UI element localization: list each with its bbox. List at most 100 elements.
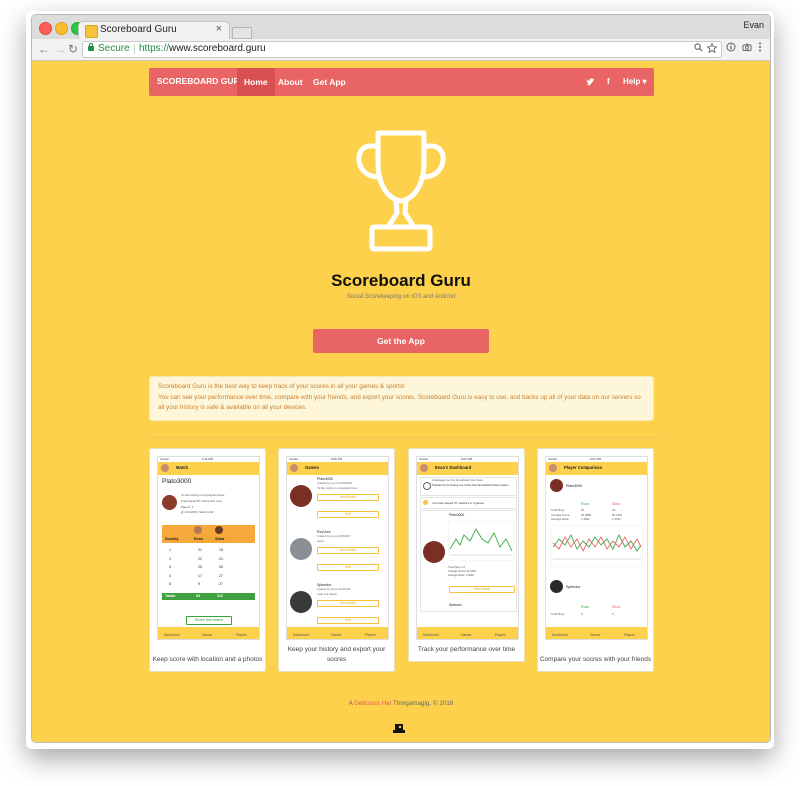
cmp-stat-cell: 23	[581, 508, 585, 512]
edit-game-button[interactable]: Edit	[317, 617, 379, 624]
tab-games: Games	[590, 633, 601, 637]
match-name: Plato3000	[162, 478, 192, 485]
feature-card-dashboard: Carrier 6:07 PM Evan's Dashboard A Messag…	[408, 448, 525, 662]
minimize-window-button[interactable]	[55, 22, 68, 35]
game-2-photo	[550, 580, 563, 593]
game-photo	[290, 591, 312, 613]
game-name: Splendor	[317, 583, 332, 587]
screen-avatar-icon	[420, 464, 428, 472]
screen-tabbar: Dashboard Games Players	[546, 627, 647, 639]
game-by: Created by you on 1/05/2017	[317, 535, 351, 538]
address-bar[interactable]: Secure https://www.scoreboard.guru	[82, 41, 722, 58]
forward-icon[interactable]: →	[54, 41, 66, 57]
status-carrier: Carrier	[548, 457, 558, 461]
nav-home-link[interactable]: Home	[237, 68, 275, 96]
stat-average-rank: Average Rank: 1.3692	[448, 574, 474, 577]
cmp-stat-cell: 1.3682	[581, 517, 590, 522]
score-cell: 22	[198, 556, 202, 561]
info-line-1: Scoreboard Guru is the best way to keep …	[158, 383, 405, 390]
new-match-button[interactable]: New Match	[317, 547, 379, 554]
game-name: Plato3000	[317, 477, 334, 481]
message-box: A Message from the Scoreboard Guru Team …	[420, 477, 517, 496]
feature-card-games: Carrier 6:06 PM Games Plato3000 Created by…	[278, 448, 395, 672]
game-photo	[290, 538, 312, 560]
edit-game-button[interactable]: Edit	[317, 511, 379, 518]
profile-name[interactable]: Evan	[743, 20, 764, 30]
card-caption: Keep your history and export your socres	[287, 646, 386, 663]
tab-players: Players	[624, 633, 635, 637]
favicon-icon	[85, 25, 98, 38]
score-cell: 9	[198, 582, 200, 586]
browser-window: Scoreboard Guru × Evan ← → ↻ Secure http…	[31, 14, 771, 743]
card-caption: Compare your socres with your friends	[539, 656, 652, 663]
status-time: 6:11 PM	[202, 457, 213, 461]
tab-dashboard: Dashboard	[293, 633, 309, 637]
game-desc: Color and beauty	[317, 593, 337, 596]
bookmark-star-icon[interactable]	[706, 42, 718, 56]
score-cell: 21	[219, 556, 223, 561]
score-cell: 15	[219, 548, 223, 552]
nav-get-app-link[interactable]: Get App	[306, 68, 353, 96]
totals-stina: 115	[217, 594, 223, 598]
score-cell: 25	[198, 565, 202, 569]
performance-chart	[448, 521, 514, 561]
message-icon	[423, 482, 431, 490]
score-cell: 26	[219, 565, 223, 569]
cmp-g2-stina: 6	[612, 612, 614, 616]
game-by: Created by you on 12/22/2016	[317, 482, 352, 485]
url-protocol: https://	[139, 43, 170, 54]
tab-players: Players	[236, 633, 247, 637]
status-time: 6:07 PM	[590, 457, 602, 461]
feature-card-comparison: Carrier 6:07 PM Player Comparison Plato30…	[537, 448, 654, 672]
url-text[interactable]: https://www.scoreboard.guru	[139, 43, 266, 54]
new-tab-button[interactable]	[232, 27, 252, 39]
browser-tab[interactable]: Scoreboard Guru ×	[78, 21, 230, 40]
cmp-game-2-name: Splendor	[566, 585, 581, 589]
search-icon[interactable]	[694, 43, 703, 55]
help-menu[interactable]: Help ▾	[623, 77, 647, 86]
brand-logo-text[interactable]: SCOREBOARD GURU	[157, 76, 246, 86]
edit-game-button[interactable]: Edit	[317, 564, 379, 571]
reload-icon[interactable]: ↻	[68, 41, 78, 57]
screen-tabbar: Dashboard Games Players	[158, 627, 259, 639]
screen-header: Games	[287, 462, 388, 475]
share-match-button[interactable]: Share this match	[186, 616, 232, 625]
game-photo	[550, 479, 563, 492]
facebook-icon[interactable]: f	[607, 77, 610, 86]
get-the-app-button[interactable]: Get the App	[313, 329, 489, 353]
game-desc: Game	[317, 540, 325, 543]
tab-players: Players	[365, 633, 376, 637]
extension-info-icon[interactable]	[726, 42, 736, 55]
menu-dots-icon[interactable]	[758, 42, 762, 55]
screen-header: Evan's Dashboard	[417, 462, 518, 475]
screen-avatar-icon	[290, 464, 298, 472]
card-caption: Keep score with location and a photos	[152, 656, 263, 663]
twitter-icon[interactable]	[586, 78, 595, 88]
footer-hat-link[interactable]: Delicious Hat	[354, 700, 391, 707]
score-cell: 1	[169, 548, 171, 552]
view-match-button[interactable]: View Match	[449, 586, 515, 593]
new-match-button[interactable]: New Match	[317, 600, 379, 607]
match-players: Players: 2	[181, 505, 194, 509]
site-navbar: SCOREBOARD GURU Home About Get App f Hel…	[149, 68, 654, 96]
footer-text: A Delicious Hat Thingamagig, © 2018	[32, 700, 770, 707]
page-content: SCOREBOARD GURU Home About Get App f Hel…	[32, 61, 770, 742]
back-icon[interactable]: ←	[38, 41, 50, 57]
played-note: You have played 57 matches in 6 games.	[432, 501, 485, 505]
nav-about-link[interactable]: About	[271, 68, 310, 96]
status-time: 6:06 PM	[331, 457, 343, 461]
status-carrier: Carrier	[289, 457, 299, 461]
tab-players: Players	[495, 633, 506, 637]
cmp-stat-cell: 23	[612, 508, 616, 512]
screen-tabbar: Dashboard Games Players	[417, 627, 518, 639]
screen-title: Player Comparison	[564, 465, 603, 470]
new-match-button[interactable]: New Match	[317, 494, 379, 501]
screen-title: Evan's Dashboard	[435, 465, 472, 470]
camera-extension-icon[interactable]	[742, 42, 752, 55]
match-meta: Total played 50 / 100 points once	[181, 499, 222, 503]
tab-close-icon[interactable]: ×	[216, 23, 222, 35]
score-cell: 17	[198, 573, 202, 578]
trophy-badge-icon	[423, 500, 428, 505]
close-window-button[interactable]	[39, 22, 52, 35]
cmp-g2-label: Total Plays	[551, 612, 565, 616]
